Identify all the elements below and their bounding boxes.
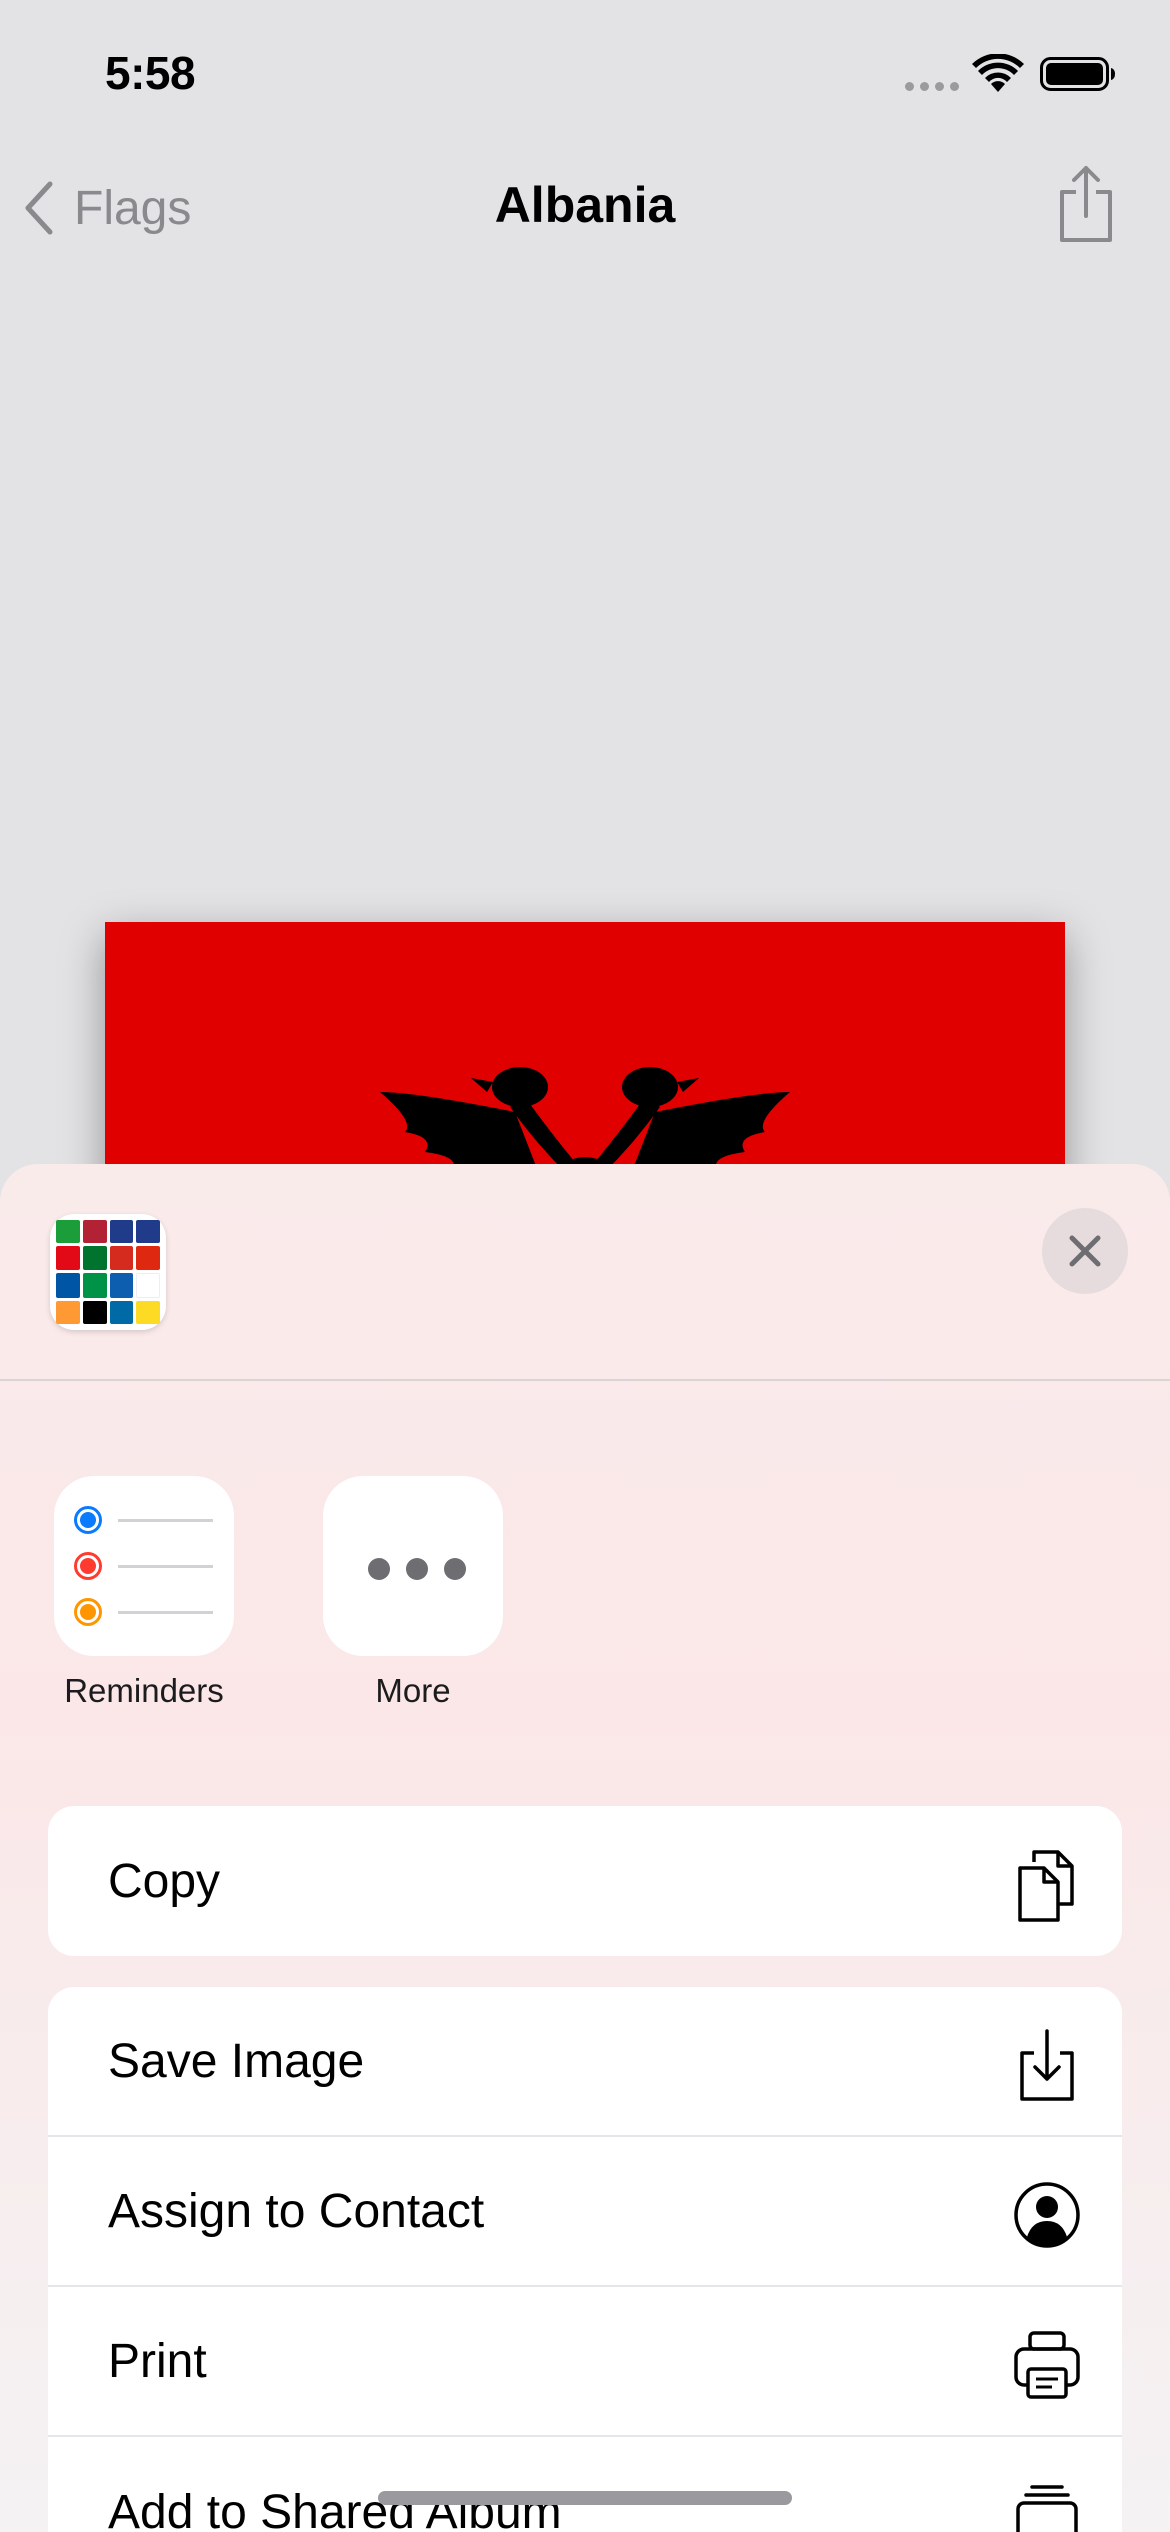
reminders-icon: [54, 1476, 234, 1656]
copy-icon: [1018, 1850, 1074, 1922]
share-app-label: Reminders: [64, 1672, 224, 1709]
status-time: 5:58: [105, 47, 196, 99]
app-thumbnail-flags-icon: [50, 1214, 166, 1330]
printer-icon: [1014, 2331, 1080, 2399]
close-icon: [1069, 1235, 1101, 1267]
battery-icon: [1040, 57, 1115, 91]
page-title: Albania: [494, 177, 676, 233]
wifi-icon: [972, 54, 1024, 92]
actions-group: Save Image Assign to Contact Print Add t…: [48, 1987, 1122, 2532]
share-sheet: Reminders More Copy Save Image Assign to…: [0, 1164, 1170, 2532]
cellular-dots-icon: [905, 82, 959, 91]
divider: [0, 1379, 1170, 1381]
more-icon: [323, 1476, 503, 1656]
action-label: Assign to Contact: [108, 2184, 485, 2238]
action-label: Print: [108, 2334, 207, 2388]
share-app-label: More: [375, 1672, 451, 1709]
action-print[interactable]: Print: [48, 2287, 1122, 2437]
close-button[interactable]: [1042, 1208, 1128, 1294]
actions-group-copy: Copy: [48, 1806, 1122, 1956]
share-app-more[interactable]: More: [323, 1476, 503, 1709]
action-save-image[interactable]: Save Image: [48, 1987, 1122, 2137]
share-app-reminders[interactable]: Reminders: [54, 1476, 234, 1709]
contact-icon: [1014, 2182, 1080, 2248]
action-label: Save Image: [108, 2034, 365, 2088]
share-icon[interactable]: [1054, 164, 1118, 244]
action-copy[interactable]: Copy: [48, 1806, 1122, 1956]
status-bar: 5:58: [0, 0, 1170, 150]
action-assign-to-contact[interactable]: Assign to Contact: [48, 2137, 1122, 2287]
action-add-to-shared-album[interactable]: Add to Shared Album: [48, 2437, 1122, 2532]
shared-album-icon: [1016, 2485, 1078, 2532]
home-indicator: [378, 2491, 792, 2505]
action-label: Copy: [108, 1854, 221, 1908]
save-image-icon: [1020, 2029, 1074, 2101]
navigation-bar: Flags Albania: [0, 150, 1170, 270]
